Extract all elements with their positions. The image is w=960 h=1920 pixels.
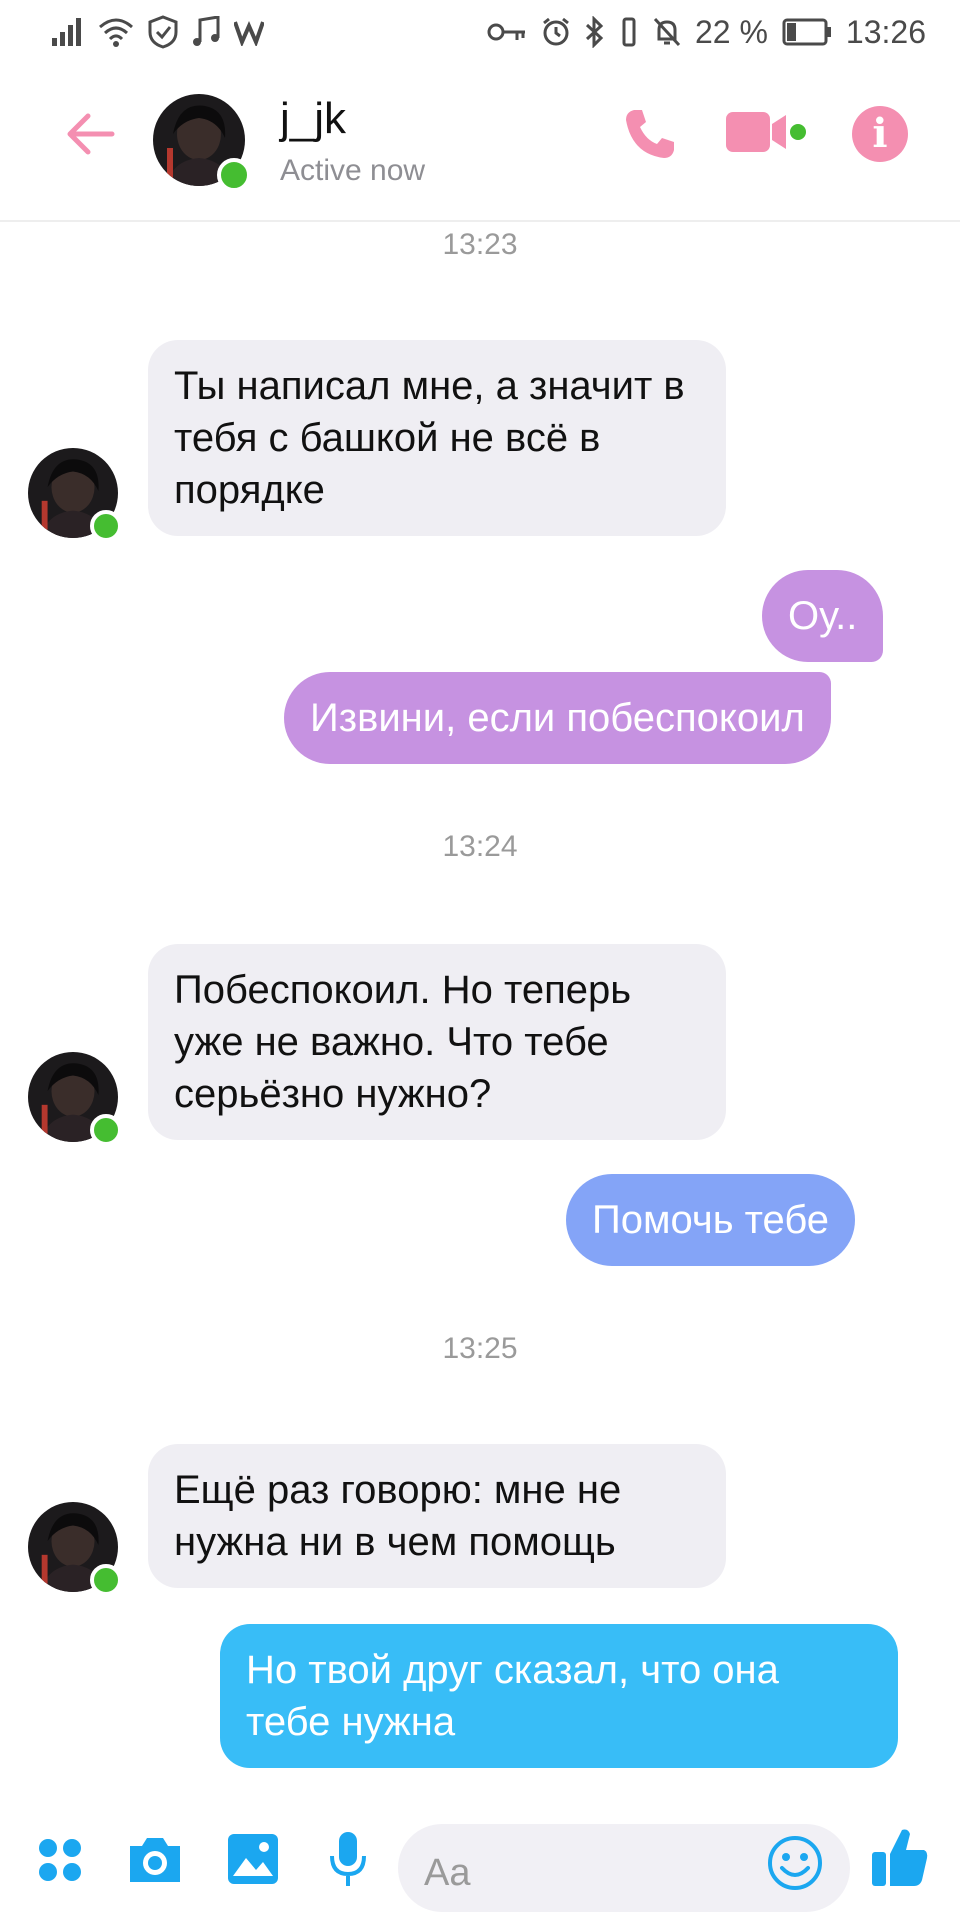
vibrate-icon bbox=[622, 17, 636, 47]
online-indicator bbox=[90, 1564, 122, 1596]
outgoing-message[interactable]: Извини, если побеспокоил bbox=[284, 672, 831, 764]
status-right-icons: 22 % 13:26 bbox=[487, 14, 926, 50]
emoji-icon[interactable] bbox=[766, 1834, 824, 1892]
clock: 13:26 bbox=[845, 13, 926, 50]
timestamp: 13:25 bbox=[442, 1332, 518, 1365]
thumbs-up-icon[interactable] bbox=[870, 1826, 930, 1888]
online-indicator bbox=[90, 510, 122, 542]
incoming-message[interactable]: Побеспокоил. Но теперь уже не важно. Что… bbox=[148, 944, 726, 1140]
composer-bar: Aa bbox=[0, 1790, 960, 1920]
microphone-icon[interactable] bbox=[328, 1830, 368, 1890]
apps-icon[interactable] bbox=[38, 1838, 82, 1882]
wifi-icon bbox=[99, 18, 133, 47]
active-status: Active now bbox=[280, 154, 426, 187]
message-placeholder: Aa bbox=[424, 1852, 471, 1894]
outgoing-message[interactable]: Оу.. bbox=[762, 570, 884, 662]
video-call-icon[interactable] bbox=[724, 108, 810, 160]
outgoing-message[interactable]: Помочь тебе bbox=[566, 1174, 856, 1266]
battery-icon bbox=[782, 18, 831, 46]
incoming-message[interactable]: Ещё раз говорю: мне не нужна ни в чем по… bbox=[148, 1444, 726, 1588]
phone-icon[interactable] bbox=[620, 104, 680, 164]
battery-percent: 22 % bbox=[694, 13, 768, 50]
shield-icon bbox=[148, 15, 178, 49]
incoming-message[interactable]: Ты написал мне, а значит в тебя с башкой… bbox=[148, 340, 726, 536]
gallery-icon[interactable] bbox=[226, 1832, 280, 1886]
app-w-icon bbox=[234, 21, 264, 46]
info-icon[interactable]: i bbox=[852, 106, 908, 162]
key-icon bbox=[487, 23, 525, 41]
back-arrow-icon[interactable] bbox=[60, 104, 120, 164]
timestamp: 13:24 bbox=[442, 830, 518, 863]
bluetooth-icon bbox=[585, 16, 604, 48]
mute-bell-icon bbox=[653, 17, 681, 47]
timestamp: 13:23 bbox=[442, 228, 518, 261]
status-left-icons bbox=[52, 14, 264, 50]
outgoing-message[interactable]: Но твой друг сказал, что она тебе нужна bbox=[220, 1624, 898, 1768]
music-icon bbox=[193, 16, 220, 46]
signal-icon bbox=[52, 18, 81, 46]
chat-header: j_jk Active now i bbox=[0, 64, 960, 222]
alarm-icon bbox=[543, 17, 569, 46]
online-indicator bbox=[217, 158, 251, 192]
online-indicator bbox=[90, 1114, 122, 1146]
contact-name[interactable]: j_jk bbox=[280, 94, 346, 144]
status-bar: 22 % 13:26 bbox=[0, 0, 960, 64]
camera-icon[interactable] bbox=[126, 1834, 184, 1886]
